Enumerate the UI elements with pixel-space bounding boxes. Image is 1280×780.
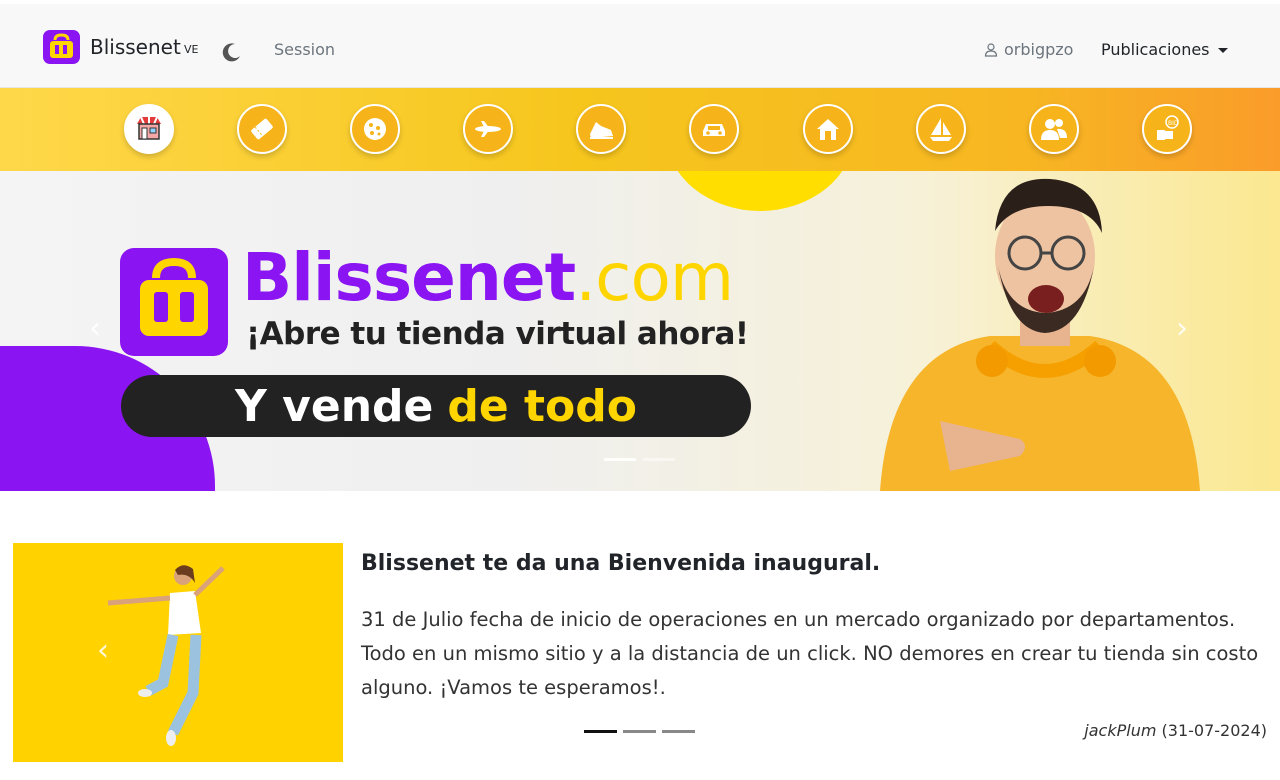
banner-brand-domain: .com <box>575 239 734 316</box>
country-code: VE <box>184 43 199 56</box>
news-indicator-3[interactable] <box>662 730 695 733</box>
news-date: (31-07-2024) <box>1161 721 1267 740</box>
cookie-icon[interactable] <box>350 104 400 154</box>
banner-person-image <box>880 178 1200 491</box>
navbar: Blissenet VE Session orbigpzo Publicacio… <box>0 4 1280 88</box>
ticket-icon[interactable] <box>237 104 287 154</box>
username: orbigpzo <box>1004 40 1074 59</box>
news-indicator-2[interactable] <box>623 730 656 733</box>
news-prev-arrow[interactable]: ‹ <box>97 633 109 668</box>
house-icon[interactable] <box>803 104 853 154</box>
user-menu[interactable]: orbigpzo <box>984 40 1073 59</box>
banner-indicator-1[interactable] <box>604 458 636 461</box>
banner-indicator-2[interactable] <box>643 458 675 461</box>
sneaker-icon[interactable] <box>576 104 626 154</box>
publicaciones-label: Publicaciones <box>1101 40 1210 59</box>
banner-brand-name: Blissenet <box>242 239 576 316</box>
airplane-icon[interactable] <box>463 104 513 154</box>
news-title: Blissenet te da una Bienvenida inaugural… <box>361 551 881 576</box>
news-image: ‹ <box>13 543 343 762</box>
banner-pill-white: Y vende <box>234 380 434 432</box>
banner-prev-arrow[interactable]: ‹ <box>89 311 101 346</box>
banner-next-arrow[interactable]: › <box>1176 311 1188 346</box>
store-icon[interactable] <box>124 104 174 154</box>
moon-icon[interactable] <box>221 41 243 63</box>
bid-hand-icon[interactable]: BID <box>1142 104 1192 154</box>
news-author: jackPlum <box>1084 721 1157 740</box>
category-strip: BID <box>0 88 1280 171</box>
caret-down-icon <box>1217 48 1228 53</box>
news-indicators <box>584 730 695 733</box>
banner-tagline: ¡Abre tu tienda virtual ahora! <box>246 316 749 352</box>
banner-logo-icon <box>120 248 228 356</box>
news-body: 31 de Julio fecha de inicio de operacion… <box>361 608 1259 699</box>
session-link[interactable]: Session <box>274 40 335 59</box>
jumping-woman-image <box>13 543 343 762</box>
publicaciones-dropdown[interactable]: Publicaciones <box>1101 40 1228 59</box>
banner-decoration <box>665 171 855 211</box>
banner-indicators <box>604 458 675 461</box>
people-icon[interactable] <box>1029 104 1079 154</box>
car-icon[interactable] <box>689 104 739 154</box>
brand-name[interactable]: Blissenet <box>90 35 181 59</box>
brand-logo-icon[interactable] <box>43 30 80 64</box>
banner-pill: Y vende de todo <box>121 375 751 437</box>
hero-banner[interactable]: Blissenet.com ¡Abre tu tienda virtual ah… <box>0 171 1280 491</box>
svg-text:BID: BID <box>1168 120 1179 127</box>
sailboat-icon[interactable] <box>916 104 966 154</box>
news-byline: jackPlum (31-07-2024) <box>1084 721 1267 740</box>
banner-pill-yellow: de todo <box>447 380 638 432</box>
user-icon <box>984 42 998 57</box>
news-indicator-1[interactable] <box>584 730 617 733</box>
banner-brand: Blissenet.com <box>242 239 734 316</box>
